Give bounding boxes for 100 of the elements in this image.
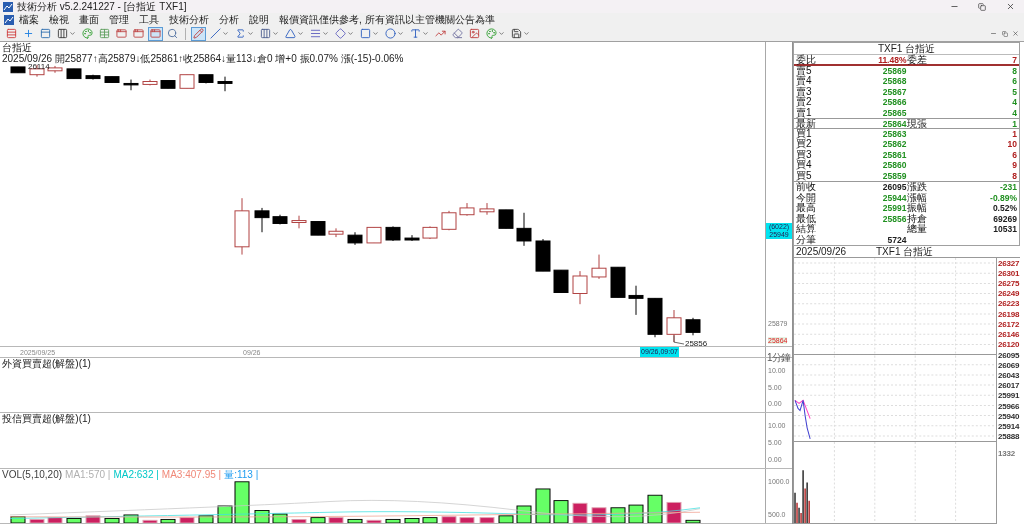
quote-value: 25869 [882, 65, 907, 76]
search-icon [167, 28, 178, 39]
quote-label: 委差 [906, 55, 928, 66]
toolbar-button[interactable] [208, 26, 231, 41]
candlestick [553, 269, 569, 293]
quote-label: 現張 [906, 119, 928, 130]
menu-item[interactable]: 說明 [244, 13, 274, 26]
candlestick [85, 74, 101, 81]
price-axis-label: 25991 [998, 391, 1020, 401]
legend-item: VOL(5,10,20) [2, 469, 63, 480]
menu-item[interactable]: 分析 [214, 13, 244, 26]
candlestick [610, 266, 626, 298]
toolbar-button[interactable] [283, 26, 306, 41]
window-icon [133, 28, 144, 39]
caret-icon [372, 30, 379, 37]
panel-icon [40, 28, 51, 39]
price-axis-label: 26146 [998, 330, 1020, 340]
candlestick [123, 79, 139, 91]
quote-value: 4 [1012, 97, 1017, 108]
volume-bar [160, 518, 176, 523]
quote-label: 漲跌 [906, 182, 928, 192]
price-axis-label: 25940 [998, 411, 1020, 421]
close-button[interactable] [1011, 29, 1020, 38]
quote-value: 10531 [993, 224, 1017, 235]
toolbar-button[interactable] [55, 26, 78, 41]
volume-bar [179, 517, 195, 523]
toolbar-button[interactable] [383, 26, 406, 41]
app-icon [3, 1, 13, 12]
toolbar-button[interactable] [4, 26, 19, 41]
grid-icon [99, 28, 110, 39]
toolbar-button[interactable] [450, 26, 465, 41]
quote-value: 25864 [882, 119, 907, 130]
caret-icon [222, 30, 229, 37]
price-axis-label: 26301 [998, 268, 1020, 278]
quote-label: 最高 [796, 203, 817, 214]
quote-value: 8 [1012, 170, 1017, 181]
quote-value: 69269 [993, 213, 1017, 224]
price-axis-label: 26095 [998, 350, 1020, 360]
candlestick [366, 226, 382, 244]
circle-icon [385, 28, 396, 39]
toolbar-button[interactable] [191, 26, 206, 41]
candlestick [647, 297, 663, 338]
menu-item[interactable]: 管理 [104, 13, 134, 26]
columns-icon [57, 28, 68, 39]
menu-item[interactable]: 檔案 [14, 13, 44, 26]
candlestick [572, 270, 588, 305]
quote-label: 持倉 [906, 213, 928, 224]
menu-item[interactable]: 畫面 [74, 13, 104, 26]
toolbar-button[interactable] [408, 26, 431, 41]
chart-title: 台指近 [1, 42, 33, 53]
menu-item[interactable]: 工具 [134, 13, 164, 26]
legend-item: MA2:632 | [113, 469, 159, 480]
price-axis-label: 26017 [998, 381, 1020, 391]
notice-text: 報價資訊僅供參考, 所有資訊以主管機關公告為準 [278, 13, 496, 26]
caret-icon [272, 30, 279, 37]
quote-value: 5724 [887, 234, 907, 245]
candlestick [198, 74, 214, 84]
intraday-title: TXF1 台指近 [876, 246, 934, 257]
diamond-icon [335, 28, 346, 39]
caret-icon [347, 30, 354, 37]
palette-icon [486, 28, 497, 39]
candlestick [479, 202, 495, 216]
toolbar-button[interactable] [358, 26, 381, 41]
candlestick [179, 74, 195, 89]
toolbar-button[interactable] [467, 26, 482, 41]
volume-bar [198, 515, 214, 523]
quote-value: 6 [1012, 149, 1017, 160]
quote-label: 總量 [906, 224, 928, 235]
quote-value: 25944 [882, 192, 907, 203]
toolbar-button[interactable] [114, 26, 129, 41]
lines-icon [310, 28, 321, 39]
vertical-lines-icon [260, 28, 271, 39]
menu-item[interactable]: 技術分析 [164, 13, 214, 26]
candlestick [535, 238, 551, 272]
toolbar-button[interactable] [333, 26, 356, 41]
toolbar-button[interactable] [165, 26, 180, 41]
window-title: 技術分析 v5.2.241227 - [台指近 TXF1] [17, 0, 187, 13]
palette-icon [82, 28, 93, 39]
quote-label: 買5 [796, 170, 813, 181]
toolbar-button[interactable] [509, 26, 532, 41]
volume-bar [535, 488, 551, 523]
volume-bar [422, 517, 438, 523]
toolbar-button[interactable] [148, 26, 163, 41]
candlestick [404, 234, 420, 242]
indicator-title: 投信買賣超(解盤)(1) [1, 413, 92, 424]
quote-value: 25856 [882, 213, 907, 224]
menu-item[interactable]: 檢視 [44, 13, 74, 26]
toolbar-button[interactable] [131, 26, 146, 41]
caret-icon [322, 30, 329, 37]
minimize-icon [990, 30, 997, 37]
rows-icon [6, 28, 17, 39]
quote-value: 11.48% [878, 55, 907, 66]
candlestick [441, 210, 457, 231]
volume-bar [123, 514, 139, 523]
toolbar-button[interactable] [38, 26, 53, 41]
volume-bar [498, 515, 514, 523]
restore-button[interactable] [1000, 29, 1009, 38]
toolbar-button[interactable] [258, 26, 281, 41]
quote-label: 振幅 [906, 203, 928, 214]
triangle-icon [285, 28, 296, 39]
